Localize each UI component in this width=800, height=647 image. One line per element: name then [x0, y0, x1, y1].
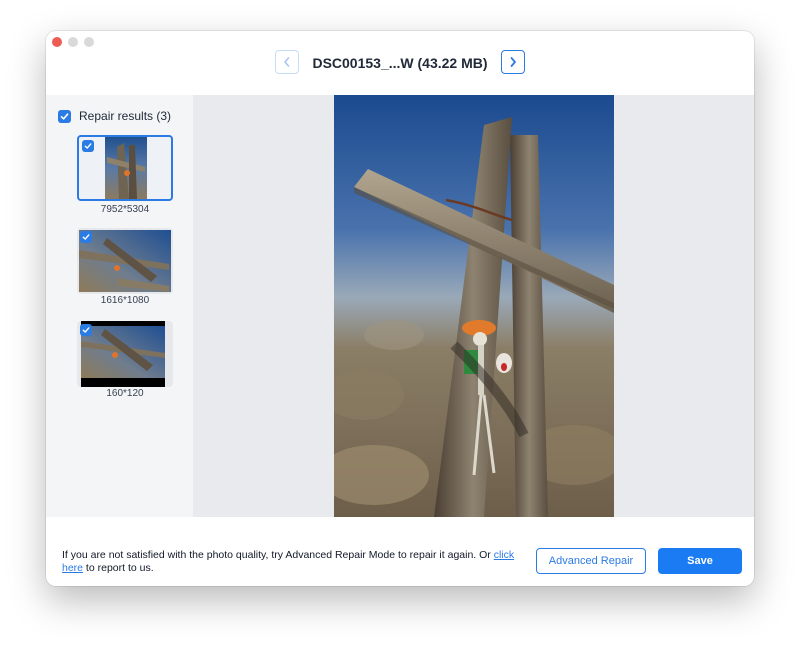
thumbnail-size-label: 160*120 — [106, 388, 144, 399]
thumbnail-size-label: 7952*5304 — [100, 204, 150, 215]
thumbnail-checkbox[interactable] — [80, 231, 92, 243]
chevron-right-icon — [510, 57, 516, 67]
thumbnail-checkbox[interactable] — [82, 140, 94, 152]
quality-hint-text: If you are not satisfied with the photo … — [62, 549, 522, 575]
footer: If you are not satisfied with the photo … — [46, 517, 754, 586]
save-button[interactable]: Save — [658, 548, 742, 574]
repair-window: DSC00153_...W (43.22 MB) Repair results … — [46, 31, 754, 586]
result-thumbnail-1[interactable] — [77, 135, 173, 201]
report-link[interactable]: click — [494, 549, 514, 561]
result-thumbnail-3[interactable] — [77, 321, 173, 387]
select-all-checkbox[interactable] — [58, 109, 71, 123]
thumbnail-size-label: 1616*1080 — [100, 295, 150, 306]
preview-area — [193, 95, 754, 517]
quality-hint-end: to report to us. — [83, 562, 154, 574]
title-bar: DSC00153_...W (43.22 MB) — [46, 31, 754, 95]
repair-results-label: Repair results (3) — [79, 109, 172, 123]
repair-results-header[interactable]: Repair results (3) — [58, 109, 171, 123]
quality-hint-start: If you are not satisfied with the photo … — [62, 549, 494, 561]
previous-file-button[interactable] — [275, 50, 299, 74]
checkmark-icon — [82, 327, 90, 333]
checkmark-icon — [60, 112, 69, 120]
results-sidebar: Repair results (3) 7952*5304 1616*1080 1… — [46, 95, 193, 517]
checkmark-icon — [82, 234, 90, 240]
checkmark-icon — [84, 143, 92, 149]
result-thumbnail-2[interactable] — [77, 228, 173, 294]
file-title: DSC00153_...W (43.22 MB) — [312, 55, 488, 71]
preview-photo — [334, 95, 614, 517]
next-file-button[interactable] — [501, 50, 525, 74]
chevron-left-icon — [284, 57, 290, 67]
report-link-cont[interactable]: here — [62, 562, 83, 574]
thumbnail-checkbox[interactable] — [80, 324, 92, 336]
advanced-repair-button[interactable]: Advanced Repair — [536, 548, 646, 574]
